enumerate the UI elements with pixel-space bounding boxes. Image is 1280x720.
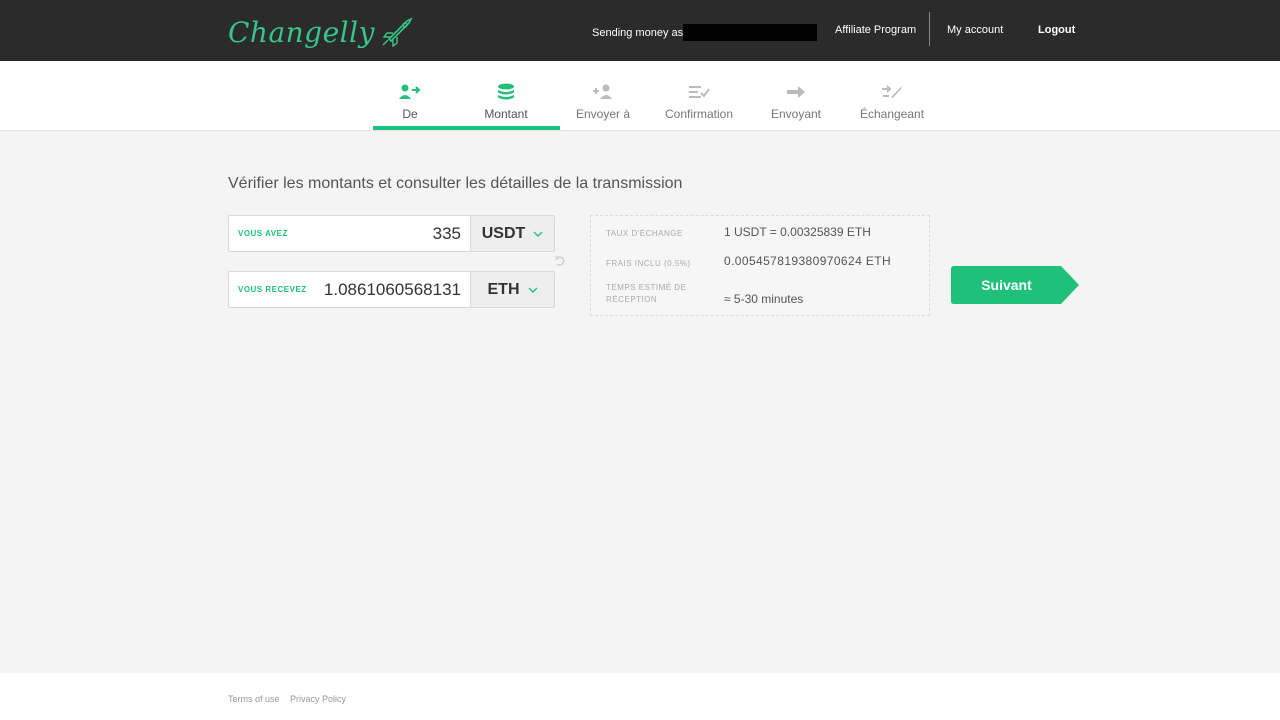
receive-label: VOUS RECEVEZ <box>238 285 307 294</box>
top-header: Changelly Sending money as Affiliate Pro… <box>0 0 1280 61</box>
nav-divider <box>929 12 930 46</box>
send-amount-row: VOUS AVEZ 335 USDT <box>228 215 555 252</box>
list-check-icon <box>687 83 711 101</box>
add-user-icon <box>591 83 615 101</box>
my-account-link[interactable]: My account <box>947 24 1003 36</box>
transaction-details: TAUX D'ÉCHANGE 1 USDT = 0.00325839 ETH F… <box>590 215 930 316</box>
send-currency-select[interactable]: USDT <box>470 216 554 251</box>
coins-stack-icon <box>494 83 518 101</box>
terms-link[interactable]: Terms of use <box>228 694 280 704</box>
logout-link[interactable]: Logout <box>1038 24 1075 36</box>
receive-currency-select[interactable]: ETH <box>470 272 554 307</box>
arrow-right-icon <box>784 83 808 101</box>
step-label: Envoyant <box>770 107 822 121</box>
send-label: VOUS AVEZ <box>238 229 288 238</box>
footer: Terms of use Privacy Policy <box>0 673 1280 720</box>
step-de[interactable]: De <box>362 61 458 130</box>
user-arrow-icon <box>398 83 422 101</box>
step-progress-underline <box>373 126 560 130</box>
step-echangeant[interactable]: Échangeant <box>844 61 940 130</box>
time-label-line1: TEMPS ESTIMÉ DE <box>606 283 687 292</box>
next-button-label: Suivant <box>981 277 1032 293</box>
chevron-down-icon <box>533 231 543 237</box>
step-label: Montant <box>484 107 528 121</box>
step-envoyer[interactable]: Envoyer à <box>555 61 651 130</box>
changelly-logo[interactable]: Changelly <box>228 10 415 54</box>
receive-amount-row: VOUS RECEVEZ 1.0861060568131 ETH <box>228 271 555 308</box>
privacy-link[interactable]: Privacy Policy <box>290 694 346 704</box>
step-label: Confirmation <box>664 107 734 121</box>
send-amount-value: 335 <box>432 223 461 243</box>
exchange-rocket-icon <box>880 83 904 101</box>
page-title: Vérifier les montants et consulter les d… <box>228 175 683 192</box>
send-currency: USDT <box>481 224 526 242</box>
fee-value: 0.005457819380970624 ETH <box>724 254 892 268</box>
step-label: Échangeant <box>859 107 925 121</box>
time-value: ≈ 5-30 minutes <box>724 292 804 306</box>
logo-text: Changelly <box>228 15 375 49</box>
receive-amount-field: VOUS RECEVEZ 1.0861060568131 <box>229 272 470 307</box>
sending-as: Sending money as <box>592 24 818 41</box>
progress-steps: De Montant Envoyer à Confirmation Envoya… <box>0 61 1280 131</box>
chevron-down-icon <box>528 287 537 293</box>
rate-label: TAUX D'ÉCHANGE <box>606 229 683 238</box>
step-envoyant[interactable]: Envoyant <box>748 61 844 130</box>
redacted-email <box>683 24 818 41</box>
affiliate-program-link[interactable]: Affiliate Program <box>835 24 916 36</box>
step-confirmation[interactable]: Confirmation <box>651 61 747 130</box>
receive-currency: ETH <box>487 280 520 298</box>
refresh-icon[interactable] <box>555 255 565 267</box>
rate-value: 1 USDT = 0.00325839 ETH <box>724 225 871 239</box>
next-button[interactable]: Suivant <box>951 266 1079 304</box>
send-amount-field[interactable]: VOUS AVEZ 335 <box>229 216 470 251</box>
time-label-line2: RÉCEPTION <box>606 295 658 304</box>
rocket-icon <box>382 17 413 47</box>
sending-label: Sending money as <box>592 26 684 39</box>
step-label: De <box>402 107 418 121</box>
step-montant[interactable]: Montant <box>458 61 554 130</box>
receive-amount-value: 1.0861060568131 <box>323 279 461 299</box>
fee-label: FRAIS INCLU (0.5%) <box>606 259 691 268</box>
step-label: Envoyer à <box>575 107 631 121</box>
